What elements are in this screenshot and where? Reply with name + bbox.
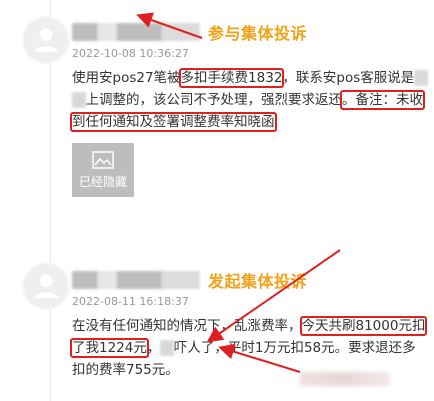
post-content: 使用安pos27笔被多扣手续费1832，联系安pos客服说是通道上调整的，该公司…	[70, 67, 428, 133]
post-header: 发起集体投诉	[72, 268, 428, 292]
avatar-icon	[24, 264, 68, 308]
user-name[interactable]	[72, 271, 200, 289]
user-name[interactable]	[72, 23, 200, 41]
image-icon	[92, 150, 114, 169]
redacted-text: 太	[160, 340, 174, 356]
action-label: 参与集体投诉	[208, 24, 308, 43]
hidden-image-tile[interactable]: 已经隐藏	[72, 143, 134, 197]
post-header: 参与集体投诉	[72, 20, 428, 44]
complaint-post: 参与集体投诉 2022-10-08 10:36:27 使用安pos27笔被多扣手…	[70, 20, 428, 197]
highlighted-fee: 多扣手续费1832	[178, 68, 285, 88]
user-avatar[interactable]	[22, 16, 70, 64]
user-avatar[interactable]	[22, 262, 70, 310]
avatar-icon	[24, 18, 68, 62]
complaint-post: 发起集体投诉 2022-08-11 16:18:37 在没有任何通知的情况下，乱…	[69, 268, 428, 381]
content-text: ，联系安pos客服说是	[282, 70, 415, 86]
content-text: 上调整的，该公司不予处理，强烈要求返还	[85, 92, 343, 108]
hidden-label: 已经隐藏	[78, 174, 127, 189]
action-label: 发起集体投诉	[208, 272, 308, 291]
redacted-overlay	[300, 372, 390, 386]
content-text: 在没有任何通知的情况下，乱涨费率，	[72, 318, 302, 334]
content-text: 使用安pos27笔被	[72, 70, 181, 86]
complaint-feed: 参与集体投诉 2022-10-08 10:36:27 使用安pos27笔被多扣手…	[0, 0, 434, 401]
content-text: ，	[146, 340, 161, 356]
post-timestamp: 2022-10-08 10:36:27	[72, 47, 189, 60]
post-timestamp: 2022-08-11 16:18:37	[72, 295, 189, 308]
